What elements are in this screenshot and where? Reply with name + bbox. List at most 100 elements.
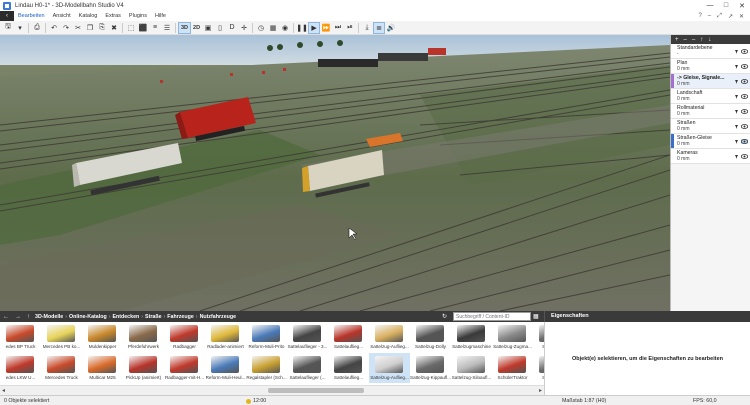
catalog-item[interactable]: Reform-Muli-Heul... [205,353,246,383]
eye-icon[interactable] [741,64,748,69]
layer-strassen-gleise[interactable]: Straßen-Gleise 0 mm [671,134,750,149]
download-icon[interactable]: ⤓ [361,22,373,34]
breadcrumb-fahrzeuge[interactable]: Fahrzeuge [165,314,196,320]
catalog-item[interactable]: Pferdefuhrwerk [123,322,164,352]
maximize-button[interactable]: □ [718,0,734,11]
breadcrumb-nutzfahrzeuge[interactable]: Nutzfahrzeuge [198,314,239,320]
catalog-item[interactable]: Sattelauflieger - 3... [287,322,328,352]
catalog-item[interactable]: SchülerTraktor [492,353,533,383]
delete-icon[interactable]: ✖ [108,22,120,34]
catalog-item[interactable]: Schwerla... [533,353,544,383]
copy-icon[interactable]: ❐ [84,22,96,34]
eye-icon[interactable] [741,124,748,129]
print-icon[interactable]: ⎙ [31,22,43,34]
paste-icon[interactable]: ⎘ [96,22,108,34]
select-icon[interactable]: ⬚ [125,22,137,34]
cut-icon[interactable]: ✂ [72,22,84,34]
menu-bearbeiten[interactable]: Bearbeiten [14,13,49,19]
catalog-item[interactable]: Sattelzug-Auflieg... [369,353,410,383]
layer-strassen[interactable]: Straßen 0 mm [671,119,750,134]
catalog-search-input[interactable] [453,312,531,321]
menu-katalog[interactable]: Katalog [75,13,102,19]
scroll-thumb[interactable] [268,388,364,393]
menu-ansicht[interactable]: Ansicht [49,13,75,19]
catalog-item[interactable]: Radbagger-mit-H... [164,353,205,383]
layer-landschaft[interactable]: Landschaft 0 mm [671,89,750,104]
crosshair-icon[interactable]: ✛ [238,22,250,34]
grid-view-icon[interactable]: ▦ [533,313,539,320]
catalog-item[interactable]: Regalstapler (Sch... [246,353,287,383]
scene-render[interactable] [0,35,670,311]
skip-end-icon[interactable]: ⏯ [344,22,356,34]
menu-extras[interactable]: Extras [101,13,125,19]
catalog-item[interactable]: Mercedes PB ko... [41,322,82,352]
popout-icon[interactable]: ↗ [728,13,733,20]
breadcrumb-entdecken[interactable]: Entdecken [110,314,141,320]
catalog-item[interactable]: PickUp (animiert) [123,353,164,383]
restore-panel-icon[interactable]: ⤢ [717,13,722,20]
pin-icon[interactable] [734,94,739,99]
nav-up-icon[interactable]: ↑ [24,314,33,320]
scroll-left-icon[interactable]: ◂ [2,387,5,394]
catalog-item[interactable]: Sattelzug-Kippaufl... [410,353,451,383]
close-button[interactable]: ✕ [734,0,750,11]
remove-layer-button[interactable]: – [684,37,687,43]
view-2d-button[interactable]: 2D [191,22,202,34]
layer-standardebene[interactable]: Standardebene - [671,44,750,59]
door-icon[interactable]: ▯ [214,22,226,34]
pin-icon[interactable] [734,79,739,84]
pause-icon[interactable]: ❚❚ [296,22,308,34]
nav-forward-icon[interactable]: → [12,314,24,320]
record-icon[interactable]: ◉ [279,22,291,34]
collapse-layer-button[interactable]: – [692,37,695,43]
breadcrumb-3d-modelle[interactable]: 3D-Modelle [33,314,65,320]
catalog-item[interactable]: Sattelauflieg... [328,322,369,352]
eye-icon[interactable] [741,139,748,144]
catalog-item[interactable]: Sattelzug-Dolly [410,322,451,352]
pin-icon[interactable] [734,139,739,144]
catalog-item[interactable]: Sattelzug-Zugma... [492,322,533,352]
scroll-right-icon[interactable]: ▸ [539,387,542,394]
add-layer-button[interactable]: + [675,37,679,43]
close-panel-icon[interactable]: ✕ [739,13,744,20]
eye-icon[interactable] [741,154,748,159]
faster-icon[interactable]: ⏭ [332,22,344,34]
catalog-item[interactable]: Radbagger [164,322,205,352]
layer-rollmaterial[interactable]: Rollmaterial 0 mm [671,104,750,119]
catalog-item[interactable]: Radlader-animiert [205,322,246,352]
clock-icon[interactable]: ◷ [255,22,267,34]
catalog-item[interactable]: Multicar M25 [82,353,123,383]
save-dropdown-icon[interactable]: ▾ [14,22,26,34]
sim-time[interactable]: 12:00 [246,398,266,404]
layer-icon[interactable]: ☰ [161,22,173,34]
group-icon[interactable]: ⬛ [137,22,149,34]
layer-gleise-signale[interactable]: -> Gleise, Signale... 0 mm [671,74,750,89]
minimize-button[interactable]: — [702,0,718,11]
refresh-icon[interactable]: ↻ [442,313,447,320]
track-view-icon[interactable]: ≣ [373,21,386,34]
redo-icon[interactable]: ↷ [60,22,72,34]
save-icon[interactable]: 🖫 [2,22,14,34]
pin-icon[interactable] [734,154,739,159]
view-3d-button[interactable]: 3D [178,21,192,34]
move-layer-up-button[interactable]: ↑ [700,37,703,43]
3d-viewport[interactable] [0,35,670,311]
breadcrumb-online-katalog[interactable]: Online-Katalog [67,314,109,320]
catalog-item[interactable]: Sattelauflieger (... [287,353,328,383]
eye-icon[interactable] [741,49,748,54]
camera-icon[interactable]: ▣ [202,22,214,34]
eye-icon[interactable] [741,79,748,84]
pin-icon[interactable] [734,49,739,54]
back-button[interactable]: ‹ [0,11,14,21]
move-layer-down-button[interactable]: ↓ [708,37,711,43]
catalog-scrollbar[interactable]: ◂ ▸ [0,385,544,395]
help-icon[interactable]: ? [698,13,701,20]
undo-icon[interactable]: ↶ [48,22,60,34]
catalog-item[interactable]: Reform-Muli-Prito [246,322,287,352]
catalog-item[interactable]: Sattelzug-Siloaufl... [451,353,492,383]
breadcrumb-strasse[interactable]: Straße [143,314,164,320]
fast-forward-icon[interactable]: ⏩ [320,22,332,34]
layer-kameras[interactable]: Kameras 0 mm [671,149,750,164]
pin-icon[interactable] [734,64,739,69]
layer-plan[interactable]: Plan 0 mm [671,59,750,74]
